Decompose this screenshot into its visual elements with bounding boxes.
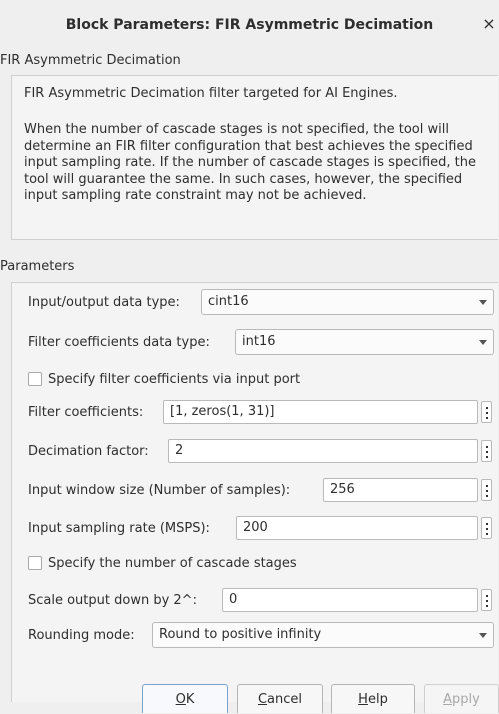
rounding-row: Rounding mode: [28, 622, 135, 648]
block-section-label: FIR Asymmetric Decimation [0, 53, 181, 68]
help-label-rest: elp [367, 692, 388, 707]
rounding-label: Rounding mode: [28, 627, 135, 643]
coeff-port-checkbox[interactable] [28, 372, 42, 386]
io-type-label: Input/output data type: [28, 294, 180, 310]
kebab-menu-icon[interactable] [481, 517, 492, 539]
coeff-type-select[interactable]: int16 [235, 329, 494, 355]
kebab-menu-icon[interactable] [481, 401, 492, 423]
io-type-row: Input/output data type: [28, 289, 180, 315]
decimation-row: Decimation factor: [28, 438, 149, 464]
rounding-value: Round to positive infinity [159, 627, 322, 642]
help-mnemonic: H [358, 692, 368, 707]
description-panel: FIR Asymmetric Decimation filter targete… [11, 75, 498, 240]
chevron-down-icon [479, 633, 487, 638]
decimation-label: Decimation factor: [28, 443, 149, 459]
coeff-port-label: Specify filter coefficients via input po… [48, 371, 301, 387]
rounding-select[interactable]: Round to positive infinity [152, 622, 494, 648]
coeff-type-value: int16 [242, 334, 276, 349]
chevron-down-icon [479, 340, 487, 345]
decimation-input[interactable]: 2 [168, 439, 478, 463]
coefficients-input[interactable]: [1, zeros(1, 31)] [163, 400, 478, 424]
window-title: Block Parameters: FIR Asymmetric Decimat… [65, 17, 434, 33]
cancel-mnemonic: C [257, 692, 268, 707]
parameters-section-label: Parameters [0, 259, 75, 274]
cancel-label-rest: ancel [267, 692, 303, 707]
cascade-checkbox[interactable] [28, 556, 42, 570]
coefficients-label: Filter coefficients: [28, 404, 144, 420]
ok-mnemonic: O [175, 692, 186, 707]
sampling-rate-row: Input sampling rate (MSPS): [28, 515, 210, 541]
window-size-label: Input window size (Number of samples): [28, 482, 291, 498]
chevron-down-icon [479, 300, 487, 305]
apply-button[interactable]: Apply [424, 684, 499, 713]
cascade-row: Specify the number of cascade stages [48, 550, 297, 576]
cancel-button[interactable]: Cancel [237, 684, 323, 713]
coeff-type-label: Filter coefficients data type: [28, 334, 210, 350]
window-size-row: Input window size (Number of samples): [28, 477, 290, 503]
kebab-menu-icon[interactable] [481, 440, 492, 462]
cascade-label: Specify the number of cascade stages [48, 555, 297, 571]
ok-button[interactable]: OK [142, 684, 228, 713]
title-bar: Block Parameters: FIR Asymmetric Decimat… [0, 0, 499, 48]
description-line-1: FIR Asymmetric Decimation filter targete… [24, 86, 398, 101]
scale-row: Scale output down by 2^: [28, 587, 197, 613]
sampling-rate-input[interactable]: 200 [236, 516, 478, 540]
apply-mnemonic: A [443, 692, 453, 707]
io-type-select[interactable]: cint16 [201, 289, 494, 315]
coeff-port-row: Specify filter coefficients via input po… [48, 366, 300, 392]
kebab-menu-icon[interactable] [481, 479, 492, 501]
close-icon[interactable]: × [481, 15, 497, 33]
kebab-menu-icon[interactable] [481, 589, 492, 611]
coefficients-row: Filter coefficients: [28, 399, 143, 425]
scale-label: Scale output down by 2^: [28, 592, 197, 608]
ok-label-rest: K [185, 692, 195, 707]
scale-input[interactable]: 0 [222, 588, 478, 612]
sampling-rate-label: Input sampling rate (MSPS): [28, 520, 210, 536]
window-size-input[interactable]: 256 [323, 478, 478, 502]
description-paragraph: When the number of cascade stages is not… [24, 122, 476, 203]
io-type-value: cint16 [208, 294, 249, 309]
apply-label-rest: pply [452, 692, 480, 707]
coeff-type-row: Filter coefficients data type: [28, 329, 210, 355]
help-button[interactable]: Help [331, 684, 415, 713]
